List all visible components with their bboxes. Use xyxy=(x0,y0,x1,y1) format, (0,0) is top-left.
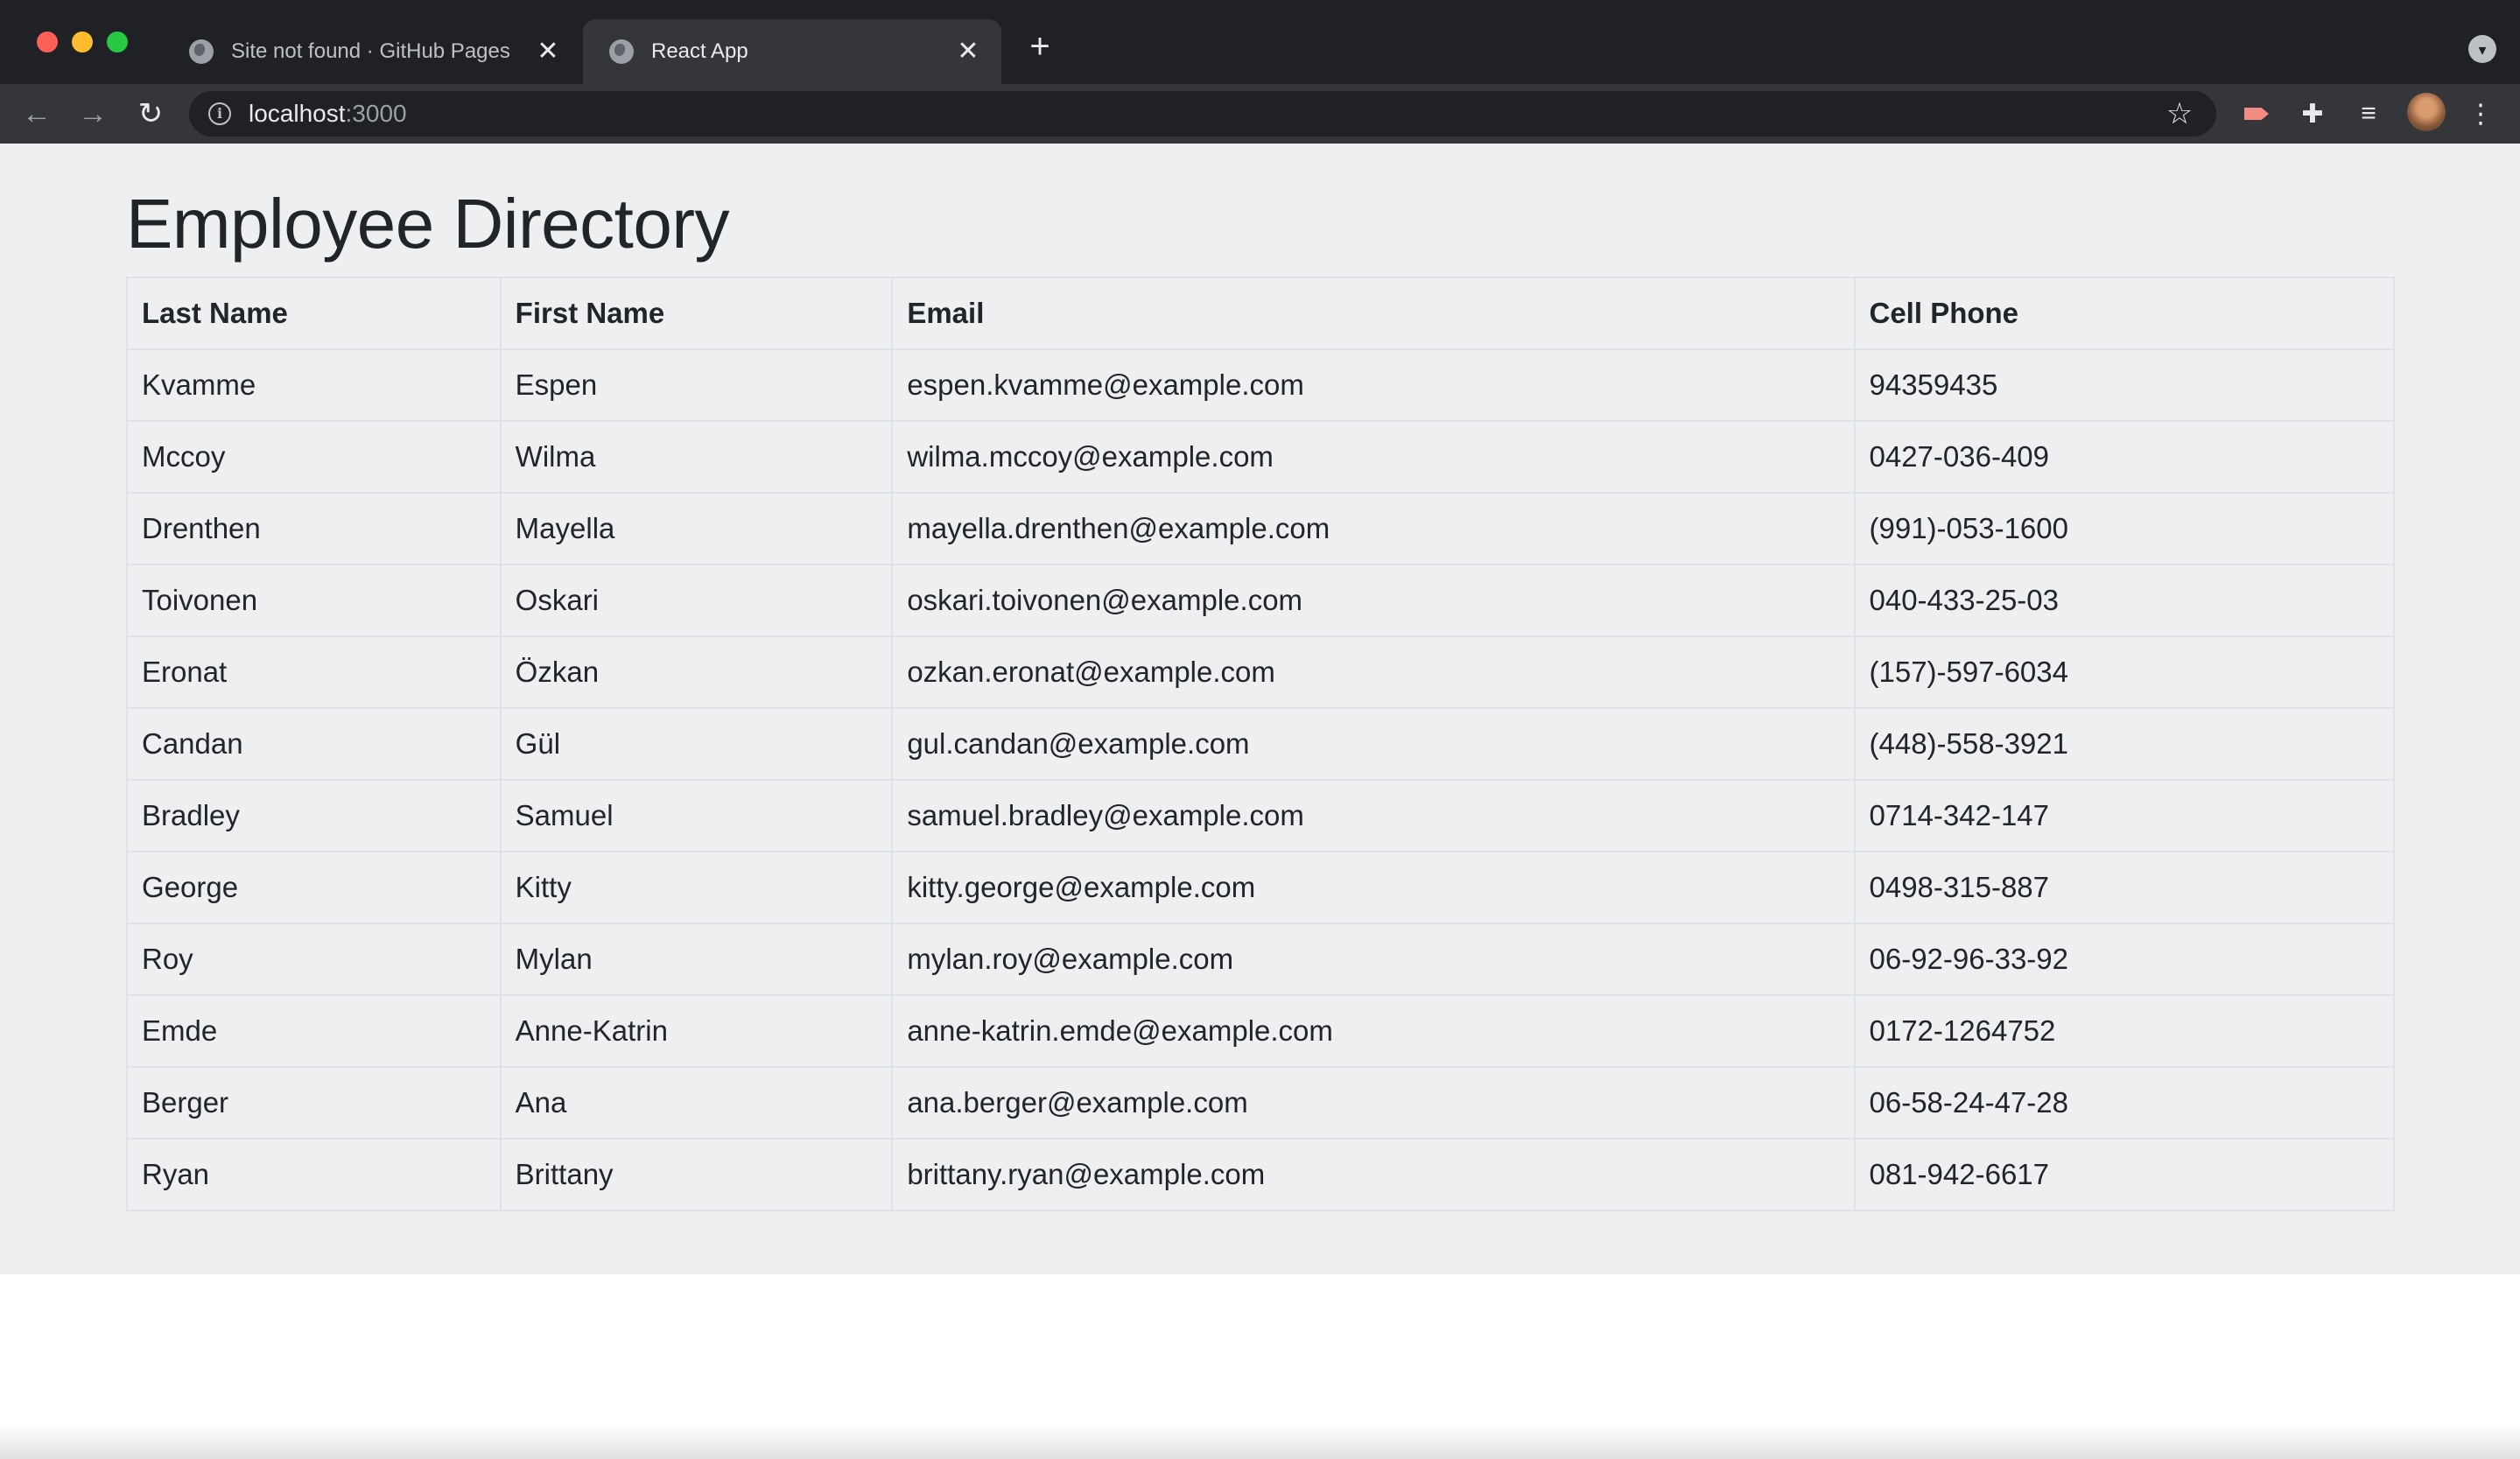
table-row: Emde Anne-Katrin anne-katrin.emde@example.… xyxy=(126,994,2395,1068)
cell-phone: 06-58-24-47-28 xyxy=(1853,1066,2395,1140)
page-content: Employee Directory Last Name First Name … xyxy=(0,144,2520,1274)
cell-phone: 0172-1264752 xyxy=(1853,994,2395,1068)
table-row: Mccoy Wilma wilma.mccoy@example.com 0427-03… xyxy=(126,420,2395,494)
cell-email: espen.kvamme@example.com xyxy=(891,348,1856,422)
cell-first-name: Kitty xyxy=(499,851,894,924)
cell-last-name: Berger xyxy=(126,1066,502,1140)
tab-close-icon[interactable]: ✕ xyxy=(954,38,982,66)
cell-last-name: Bradley xyxy=(126,779,502,852)
tab-title: Site not found · GitHub Pages xyxy=(231,39,510,63)
reload-button[interactable]: ↻ xyxy=(131,95,170,133)
table-row: George Kitty kitty.george@example.com 0498-… xyxy=(126,851,2395,924)
table-header-row: Last Name First Name Email Cell Phone xyxy=(126,277,2395,350)
forward-button[interactable]: → xyxy=(74,95,112,133)
window-bottom-shadow xyxy=(0,1424,2520,1459)
cell-email: gul.candan@example.com xyxy=(891,707,1856,781)
cell-email: ozkan.eronat@example.com xyxy=(891,635,1856,709)
cell-last-name: Ryan xyxy=(126,1138,502,1211)
browser-titlebar: Site not found · GitHub Pages ✕ React Ap… xyxy=(0,0,2520,84)
column-header-email[interactable]: Email xyxy=(891,277,1856,350)
column-header-cell-phone[interactable]: Cell Phone xyxy=(1853,277,2395,350)
cell-first-name: Wilma xyxy=(499,420,894,494)
cell-last-name: George xyxy=(126,851,502,924)
cell-last-name: Candan xyxy=(126,707,502,781)
cell-last-name: Drenthen xyxy=(126,492,502,565)
cell-email: kitty.george@example.com xyxy=(891,851,1856,924)
window-minimize-button[interactable] xyxy=(72,32,93,53)
new-tab-button[interactable]: + xyxy=(1022,29,1057,65)
cell-phone: 040-433-25-03 xyxy=(1853,564,2395,637)
puzzle-icon[interactable]: ✚ xyxy=(2295,96,2330,131)
tab-search-icon[interactable]: ▾ xyxy=(2468,35,2496,63)
menu-icon[interactable]: ⋮ xyxy=(2463,96,2498,131)
cell-last-name: Mccoy xyxy=(126,420,502,494)
cell-email: mylan.roy@example.com xyxy=(891,922,1856,996)
address-bar[interactable]: i localhost:3000 ☆ xyxy=(189,91,2216,137)
cell-phone: 0714-342-147 xyxy=(1853,779,2395,852)
column-header-last-name[interactable]: Last Name xyxy=(126,277,502,350)
cell-last-name: Toivonen xyxy=(126,564,502,637)
cell-phone: 94359435 xyxy=(1853,348,2395,422)
url-port: :3000 xyxy=(345,100,407,127)
cell-first-name: Özkan xyxy=(499,635,894,709)
media-queue-icon[interactable]: ≡ xyxy=(2351,96,2386,131)
cell-phone: (991)-053-1600 xyxy=(1853,492,2395,565)
cell-phone: 06-92-96-33-92 xyxy=(1853,922,2395,996)
cell-email: brittany.ryan@example.com xyxy=(891,1138,1856,1211)
table-row: Ryan Brittany brittany.ryan@example.com 081… xyxy=(126,1138,2395,1211)
cell-phone: 0427-036-409 xyxy=(1853,420,2395,494)
table-row: Toivonen Oskari oskari.toivonen@example.co… xyxy=(126,564,2395,637)
table-row: Candan Gül gul.candan@example.com (448)-558… xyxy=(126,707,2395,781)
cell-phone: (157)-597-6034 xyxy=(1853,635,2395,709)
globe-icon xyxy=(609,39,634,64)
table-row: Eronat Özkan ozkan.eronat@example.com (157)… xyxy=(126,635,2395,709)
cell-first-name: Ana xyxy=(499,1066,894,1140)
table-row: Bradley Samuel samuel.bradley@example.com 0… xyxy=(126,779,2395,852)
employee-table: Last Name First Name Email Cell Phone Kv… xyxy=(126,277,2395,1211)
page-title: Employee Directory xyxy=(126,185,730,263)
globe-icon xyxy=(189,39,214,64)
site-info-icon[interactable]: i xyxy=(208,102,231,125)
cell-phone: (448)-558-3921 xyxy=(1853,707,2395,781)
avatar[interactable] xyxy=(2407,93,2446,131)
cell-phone: 081-942-6617 xyxy=(1853,1138,2395,1211)
cell-first-name: Samuel xyxy=(499,779,894,852)
cell-phone: 0498-315-887 xyxy=(1853,851,2395,924)
cell-email: samuel.bradley@example.com xyxy=(891,779,1856,852)
tab-github-pages[interactable]: Site not found · GitHub Pages ✕ xyxy=(163,19,581,84)
table-row: Berger Ana ana.berger@example.com 06-58-24-… xyxy=(126,1066,2395,1140)
cell-first-name: Mayella xyxy=(499,492,894,565)
cell-last-name: Emde xyxy=(126,994,502,1068)
cell-first-name: Anne-Katrin xyxy=(499,994,894,1068)
window-maximize-button[interactable] xyxy=(107,32,128,53)
cell-first-name: Mylan xyxy=(499,922,894,996)
window-close-button[interactable] xyxy=(37,32,58,53)
back-button[interactable]: ← xyxy=(18,95,56,133)
cell-email: wilma.mccoy@example.com xyxy=(891,420,1856,494)
cell-last-name: Eronat xyxy=(126,635,502,709)
table-body: Kvamme Espen espen.kvamme@example.com 94359… xyxy=(126,348,2395,1211)
red-extension-icon[interactable] xyxy=(2239,96,2274,131)
url-text[interactable]: localhost:3000 xyxy=(249,91,407,137)
url-host: localhost xyxy=(249,100,346,127)
cell-first-name: Oskari xyxy=(499,564,894,637)
table-row: Roy Mylan mylan.roy@example.com 06-92-96-33… xyxy=(126,922,2395,996)
cell-email: mayella.drenthen@example.com xyxy=(891,492,1856,565)
cell-email: ana.berger@example.com xyxy=(891,1066,1856,1140)
browser-toolbar: ← → ↻ i localhost:3000 ☆ xyxy=(0,84,2520,144)
tab-close-icon[interactable]: ✕ xyxy=(534,38,562,66)
bookmark-star-icon[interactable]: ☆ xyxy=(2162,96,2197,131)
table-row: Drenthen Mayella mayella.drenthen@example.… xyxy=(126,492,2395,565)
cell-first-name: Gül xyxy=(499,707,894,781)
cell-last-name: Kvamme xyxy=(126,348,502,422)
cell-email: anne-katrin.emde@example.com xyxy=(891,994,1856,1068)
cell-first-name: Brittany xyxy=(499,1138,894,1211)
cell-email: oskari.toivonen@example.com xyxy=(891,564,1856,637)
table-row: Kvamme Espen espen.kvamme@example.com 94359… xyxy=(126,348,2395,422)
cell-first-name: Espen xyxy=(499,348,894,422)
column-header-first-name[interactable]: First Name xyxy=(499,277,894,350)
cell-last-name: Roy xyxy=(126,922,502,996)
tab-react-app[interactable]: React App ✕ xyxy=(583,19,1001,84)
tab-title: React App xyxy=(651,39,748,63)
